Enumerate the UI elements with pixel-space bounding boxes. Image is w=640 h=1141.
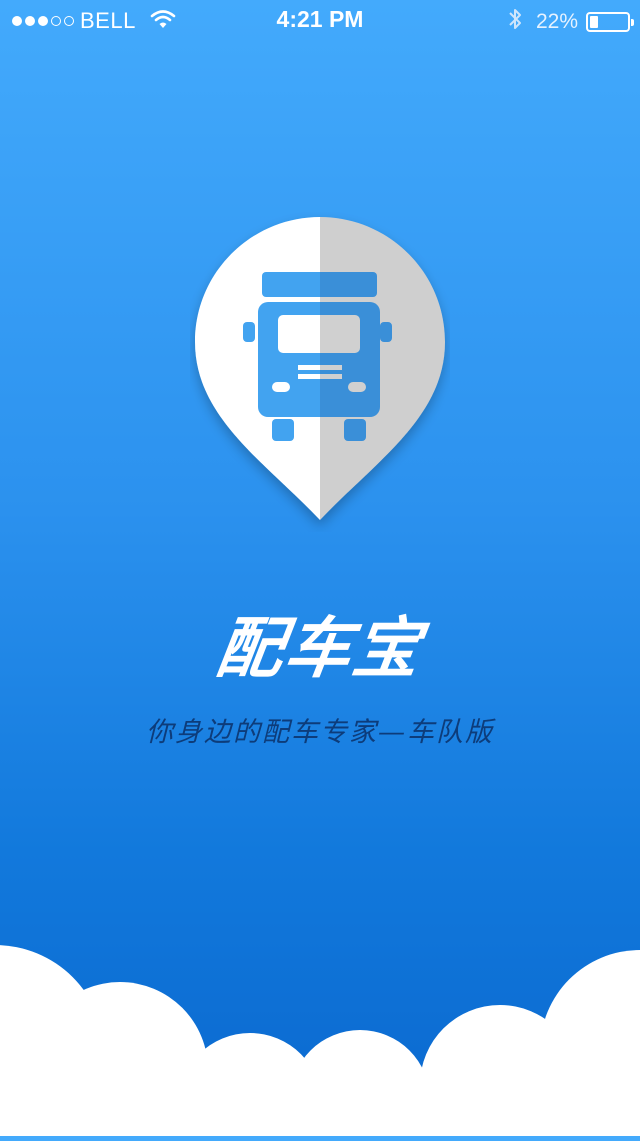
battery-percentage: 22%: [535, 9, 578, 33]
status-bar: BELL 4:21 PM 22%: [0, 0, 640, 40]
status-bar-right: 22%: [508, 7, 634, 36]
battery-level-fill: [590, 15, 598, 28]
truck-location-pin-icon: [190, 212, 450, 537]
cloud-decoration: [0, 900, 640, 1141]
app-name-logo: 配车宝: [211, 610, 427, 687]
battery-icon: [586, 11, 634, 32]
app-tagline: 你身边的配车专家—车队版: [146, 717, 494, 748]
battery-nub: [631, 18, 634, 26]
bluetooth-icon: [508, 7, 522, 36]
